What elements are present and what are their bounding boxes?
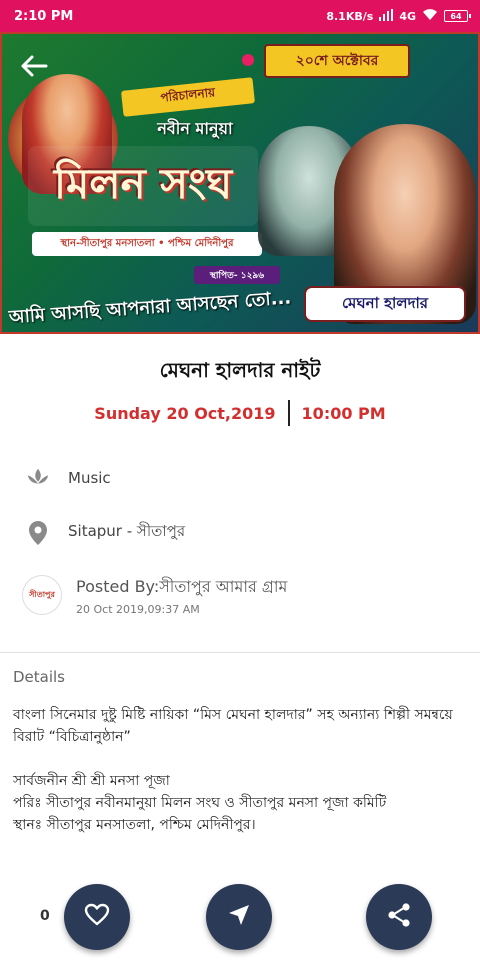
status-bar: 2:10 PM 8.1KB/s 4G 64 (0, 0, 480, 32)
like-count: 0 (40, 908, 50, 924)
navigation-arrow-icon (227, 903, 251, 931)
details-paragraph-1: বাংলা সিনেমার দুষ্টু মিষ্টি নায়িকা “মিস… (13, 707, 453, 745)
banner-dot (242, 54, 254, 66)
share-icon (386, 902, 412, 932)
status-icons: 8.1KB/s 4G 64 (326, 8, 471, 24)
event-datetime: Sunday 20 Oct,2019 10:00 PM (0, 400, 480, 426)
posted-by-row[interactable]: সীতাপুর Posted By:সীতাপুর আমার গ্রাম 20 … (22, 574, 287, 616)
location-label: Sitapur - সীতাপুর (68, 522, 186, 540)
category-row: Music (26, 466, 111, 490)
heart-icon (84, 903, 110, 931)
details-line-3: স্থানঃ সীতাপুর মনসাতলা, পশ্চিম মেদিনীপুর… (13, 817, 256, 833)
event-time: 10:00 PM (301, 403, 386, 423)
details-heading: Details (13, 668, 66, 686)
battery-icon: 64 (444, 10, 471, 22)
location-pin-icon (26, 520, 50, 545)
section-divider (0, 652, 480, 653)
poster-avatar: সীতাপুর (22, 575, 62, 615)
poster-info: Posted By:সীতাপুর আমার গ্রাম 20 Oct 2019… (76, 574, 287, 616)
wifi-icon (422, 8, 438, 24)
navigate-button[interactable] (206, 884, 272, 950)
banner-club-small: নবীন মানুয়া (157, 119, 233, 138)
banner-presented-by: পরিচালনায় (121, 77, 255, 117)
details-line-1: সার্বজনীন শ্রী শ্রী মনসা পূজা (13, 773, 170, 789)
event-date: Sunday 20 Oct,2019 (94, 403, 276, 423)
banner-date: ২০শে অক্টোবর (264, 44, 410, 78)
location-row[interactable]: Sitapur - সীতাপুর (26, 520, 185, 545)
network-type: 4G (399, 9, 416, 23)
posted-by-label: Posted By:সীতাপুর আমার গ্রাম (76, 577, 288, 596)
details-line-2: পরিঃ সীতাপুর নবীনমানুয়া মিলন সংঘ ও সীতা… (13, 795, 387, 811)
banner-artist-name: মেঘনা হালদার (304, 286, 466, 322)
like-button[interactable] (64, 884, 130, 950)
banner-address: স্থান-সীতাপুর মনসাতলা • পশ্চিম মেদিনীপুর (32, 232, 262, 256)
banner-club-big: মিলন সংঘ (28, 146, 258, 226)
share-button[interactable] (366, 884, 432, 950)
network-speed: 8.1KB/s (326, 9, 374, 23)
battery-level: 64 (450, 11, 462, 21)
details-body: বাংলা সিনেমার দুষ্টু মিষ্টি নায়িকা “মিস… (13, 704, 469, 836)
event-banner: ২০শে অক্টোবর পরিচালনায় নবীন মানুয়া মিল… (0, 32, 480, 334)
signal-icon (379, 8, 394, 24)
back-arrow-icon[interactable] (20, 54, 48, 85)
datetime-divider (287, 400, 290, 426)
event-title: মেঘনা হালদার নাইট (159, 358, 321, 382)
lotus-icon (26, 466, 50, 490)
details-gap (13, 748, 469, 770)
category-label: Music (68, 469, 111, 487)
status-time: 2:10 PM (14, 8, 74, 24)
banner-slogan: আমি আসছি আপনারা আসছেন তো... (8, 287, 292, 329)
posted-time: 20 Oct 2019,09:37 AM (76, 603, 200, 616)
